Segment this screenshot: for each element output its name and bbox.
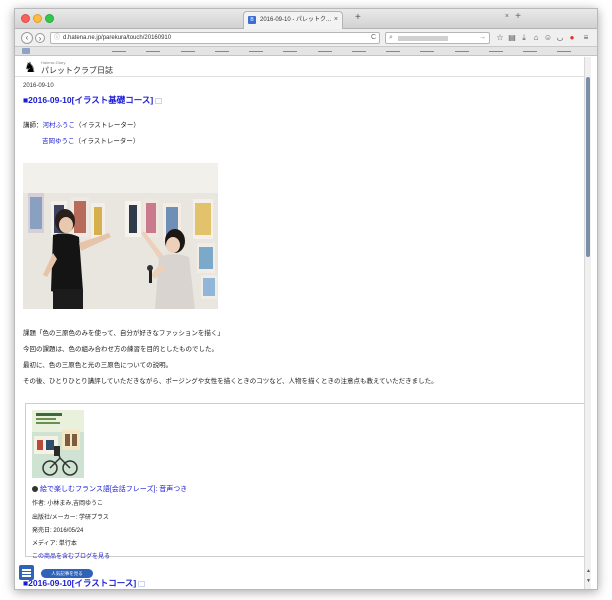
entry-date: 2016-09-10: [23, 83, 54, 89]
bookmark-item[interactable]: [557, 51, 571, 52]
book-title-text[interactable]: 絵で楽しむフランス語[会話フレーズ]: 音声つき: [40, 486, 187, 493]
lecturer-link-1[interactable]: 河村ふうこ: [43, 122, 76, 129]
book-release-date: 発売日: 2016/05/24: [32, 528, 84, 534]
menu-bar-line: [22, 572, 31, 574]
window-minimize-button[interactable]: [33, 14, 42, 23]
book-publisher: 出版社/メーカー: 学研プラス: [32, 515, 109, 521]
blog-header: ♞ Hatena::Diary パレットクラブ日誌: [15, 57, 591, 77]
url-bar[interactable]: ⓘ d.hatena.ne.jp/parekura/touch/20160910…: [50, 32, 380, 44]
bookmark-star-icon[interactable]: ☆: [495, 32, 505, 44]
bookmark-item[interactable]: [318, 51, 332, 52]
next-entry-title[interactable]: ■2016-09-10[イラストコース]: [23, 577, 146, 589]
lecturer-label: 講師：: [23, 122, 43, 129]
window-close-button[interactable]: [21, 14, 30, 23]
bookmark-item[interactable]: [215, 51, 229, 52]
lecturer-line-1: 講師：河村ふうこ（イラストレーター）: [23, 119, 140, 129]
tabs-list-icon[interactable]: +: [515, 11, 521, 22]
back-button[interactable]: ‹: [21, 32, 33, 44]
product-box: 絵で楽しむフランス語[会話フレーズ]: 音声つき 作者: 小林まみ,吉岡ゆうこ …: [25, 403, 585, 560]
browser-window: B 2016-09-10 - パレットク... × + × + ‹ › ⓘ d.…: [14, 8, 598, 590]
amazon-icon: [32, 486, 38, 493]
search-text-redacted: [398, 36, 448, 41]
window-maximize-button[interactable]: [45, 14, 54, 23]
chat-icon[interactable]: ☺: [543, 32, 553, 44]
title-bar: B 2016-09-10 - パレットク... × + × +: [15, 9, 597, 29]
book-cover-image[interactable]: [32, 410, 84, 478]
pinterest-icon[interactable]: ●: [567, 32, 577, 44]
search-bar[interactable]: ⌕ →: [385, 32, 490, 44]
popular-articles-button[interactable]: 人気記事を見る: [41, 569, 93, 578]
lecturer-role-1: （イラストレーター）: [75, 122, 140, 129]
reader-list-icon[interactable]: ▤: [507, 32, 517, 44]
bookmark-add-icon[interactable]: [138, 580, 146, 587]
scroll-down-arrow-icon[interactable]: ▼: [585, 577, 591, 585]
new-tab-button[interactable]: +: [355, 12, 361, 23]
search-icon: ⌕: [389, 34, 393, 41]
hatena-favicon-icon: B: [248, 16, 256, 24]
entry-paragraph-1: 課題「色の三原色のみを使って、自分が好きなファッションを描く」: [23, 330, 224, 337]
bookmark-item[interactable]: [146, 51, 160, 52]
navigation-toolbar: ‹ › ⓘ d.hatena.ne.jp/parekura/touch/2016…: [15, 29, 597, 47]
search-go-icon[interactable]: →: [479, 33, 486, 43]
lecturer-role-2: （イラストレーター）: [74, 138, 140, 145]
tab-close-icon[interactable]: ×: [334, 12, 338, 28]
bookmark-item[interactable]: [112, 51, 126, 52]
reload-icon[interactable]: C: [371, 33, 376, 43]
entry-title-text[interactable]: 2016-09-10[イラスト基礎コース]: [28, 95, 153, 105]
bookmark-item[interactable]: [420, 51, 434, 52]
next-entry-title-text[interactable]: 2016-09-10[イラストコース]: [28, 578, 136, 588]
bookmark-item[interactable]: [489, 51, 503, 52]
scroll-up-arrow-icon[interactable]: ▲: [585, 567, 591, 575]
entry-paragraph-2: 今回の課題は、色の組み合わせ方の練習を目的としたものでした。: [23, 346, 218, 353]
home-icon[interactable]: ⌂: [531, 32, 541, 44]
download-icon[interactable]: ⤓: [519, 32, 529, 44]
hamburger-menu-button[interactable]: [19, 565, 34, 580]
vertical-scrollbar[interactable]: ▲ ▼: [584, 57, 591, 589]
menu-bar-line: [22, 575, 31, 577]
bookmark-item[interactable]: [249, 51, 263, 52]
info-icon[interactable]: ⓘ: [54, 33, 60, 43]
bookmarks-bar: [15, 47, 597, 56]
lecturer-line-2: 吉岡ゆうこ（イラストレーター）: [42, 135, 139, 145]
browser-tab[interactable]: B 2016-09-10 - パレットク... ×: [243, 11, 343, 29]
entry-title[interactable]: ■2016-09-10[イラスト基礎コース]: [23, 94, 163, 106]
book-author: 作者: 小林まみ,吉岡ゆうこ: [32, 501, 104, 507]
tabs-close-icon[interactable]: ×: [505, 13, 509, 20]
bookmark-item[interactable]: [352, 51, 366, 52]
scrollbar-thumb[interactable]: [586, 77, 590, 257]
palette-club-logo-icon[interactable]: ♞: [24, 59, 37, 76]
blog-title[interactable]: パレットクラブ日誌: [41, 65, 113, 76]
bookmark-item[interactable]: [455, 51, 469, 52]
menu-icon[interactable]: ≡: [581, 32, 591, 44]
entry-paragraph-4: その後、ひとりひとり講評していただきながら、ポージングや女性を描くときのコツなど…: [23, 378, 438, 385]
menu-bar-line: [22, 569, 31, 571]
book-media: メディア: 単行本: [32, 541, 77, 547]
bookmark-item[interactable]: [283, 51, 297, 52]
tab-title: 2016-09-10 - パレットク...: [260, 17, 332, 23]
forward-button[interactable]: ›: [35, 33, 45, 43]
bookmark-item[interactable]: [386, 51, 400, 52]
bookmark-item[interactable]: [523, 51, 537, 52]
entry-paragraph-3: 最初に、色の三原色と光の三原色についての説明。: [23, 362, 173, 369]
book-blog-link[interactable]: この商品を含むブログを見る: [32, 551, 110, 560]
book-title-link[interactable]: 絵で楽しむフランス語[会話フレーズ]: 音声つき: [32, 484, 187, 494]
bookmark-add-icon[interactable]: [155, 97, 163, 104]
url-text: d.hatena.ne.jp/parekura/touch/20160910: [63, 35, 172, 41]
page-content: ♞ Hatena::Diary パレットクラブ日誌 2016-09-10 ■20…: [15, 57, 591, 589]
pocket-icon[interactable]: ◡: [555, 32, 565, 44]
workshop-photo: [23, 163, 218, 309]
bookmark-folder-icon[interactable]: [22, 48, 30, 54]
lecturer-link-2[interactable]: 吉岡ゆうこ: [42, 138, 75, 145]
bookmark-item[interactable]: [181, 51, 195, 52]
